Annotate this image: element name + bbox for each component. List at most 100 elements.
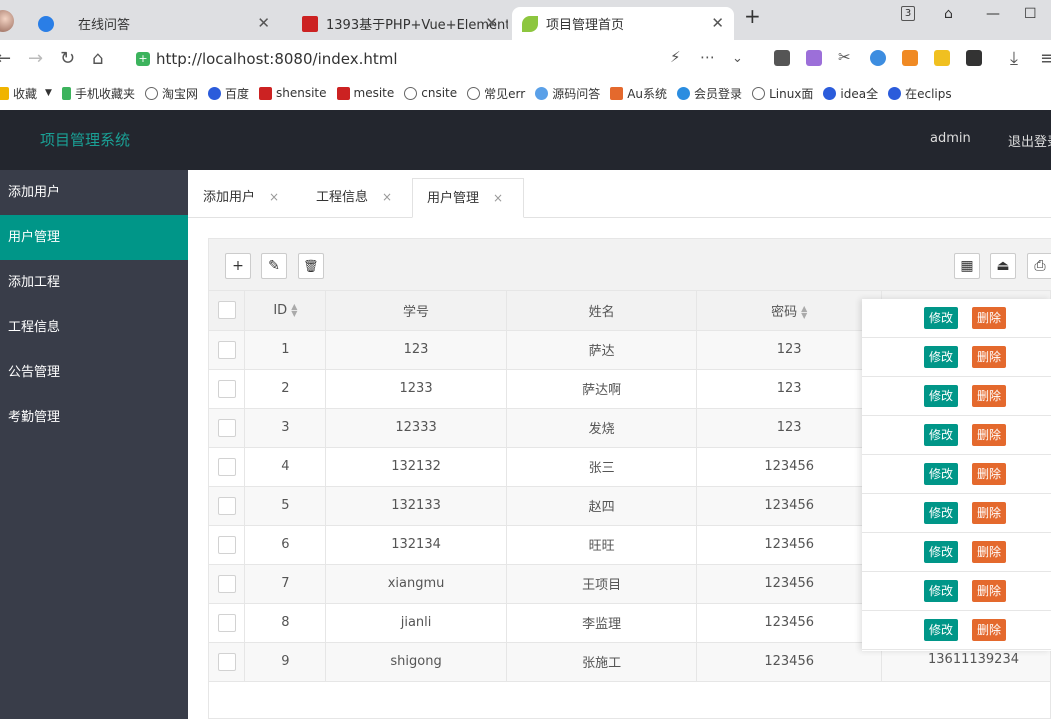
tab-label: 项目管理首页 bbox=[546, 18, 625, 33]
row-checkbox[interactable] bbox=[217, 496, 236, 515]
trash-icon[interactable]: 🗑 bbox=[298, 253, 324, 279]
row-checkbox[interactable] bbox=[217, 340, 236, 359]
sidebar-item-announcements[interactable]: 公告管理 bbox=[0, 350, 188, 395]
browser-tab-active[interactable]: 项目管理首页 ✕ bbox=[512, 7, 734, 40]
new-tab-icon[interactable]: + bbox=[744, 4, 761, 28]
bookmark-item[interactable]: mesite bbox=[336, 86, 394, 100]
delete-button[interactable]: 删除 bbox=[972, 424, 1007, 446]
shield-ext-icon[interactable] bbox=[934, 50, 950, 66]
delete-button[interactable]: 删除 bbox=[972, 385, 1007, 407]
back-icon[interactable]: ← bbox=[0, 48, 11, 69]
close-icon[interactable]: ✕ bbox=[257, 14, 270, 32]
row-checkbox[interactable] bbox=[217, 535, 236, 554]
tab-project-info[interactable]: 工程信息 × bbox=[316, 178, 392, 218]
shirt-icon[interactable]: ⌂ bbox=[944, 6, 953, 22]
profile-avatar[interactable] bbox=[0, 10, 14, 32]
row-checkbox[interactable] bbox=[217, 418, 236, 437]
row-checkbox[interactable] bbox=[217, 652, 236, 671]
user-name[interactable]: admin bbox=[930, 131, 971, 146]
search-ext-icon[interactable] bbox=[870, 50, 886, 66]
col-header-password[interactable]: 密码 ▲ ▼ bbox=[696, 291, 882, 331]
minimize-icon[interactable]: — bbox=[986, 6, 1000, 22]
reload-icon[interactable]: ↻ bbox=[60, 48, 75, 69]
delete-button[interactable]: 删除 bbox=[972, 307, 1007, 329]
forward-icon[interactable]: → bbox=[28, 48, 43, 69]
sort-icon[interactable]: ▲ ▼ bbox=[291, 303, 297, 318]
bookmark-item[interactable]: Linux面 bbox=[752, 85, 813, 102]
sort-icon[interactable]: ▲ ▼ bbox=[801, 305, 807, 320]
delete-button[interactable]: 删除 bbox=[972, 346, 1007, 368]
bookmark-item[interactable]: 会员登录 bbox=[677, 85, 742, 102]
close-icon[interactable]: ✕ bbox=[711, 14, 724, 32]
url-field[interactable]: + http://localhost:8080/index.html bbox=[124, 45, 764, 73]
tab-count-icon[interactable]: 3 bbox=[901, 6, 915, 21]
close-icon[interactable]: × bbox=[269, 190, 279, 204]
maximize-icon[interactable]: ☐ bbox=[1024, 6, 1037, 22]
bookmark-item[interactable]: Au系统 bbox=[610, 85, 667, 102]
bookmark-item[interactable]: 百度 bbox=[207, 85, 249, 102]
edit-button[interactable]: 修改 bbox=[924, 580, 959, 602]
edit-button[interactable]: 修改 bbox=[924, 424, 959, 446]
game-ext-icon[interactable] bbox=[902, 50, 918, 66]
sidebar-item-add-project[interactable]: 添加工程 bbox=[0, 260, 188, 305]
bookmark-item[interactable]: cnsite bbox=[404, 86, 457, 100]
close-icon[interactable]: ✕ bbox=[485, 14, 498, 32]
tab-add-user[interactable]: 添加用户 × bbox=[203, 178, 279, 218]
edit-button[interactable]: 修改 bbox=[924, 619, 959, 641]
col-header-id[interactable]: ID ▲ ▼ bbox=[244, 291, 327, 331]
bookmark-label: Au系统 bbox=[627, 86, 668, 101]
bookmark-ext-icon[interactable] bbox=[774, 50, 790, 66]
edit-button[interactable]: 修改 bbox=[924, 463, 959, 485]
add-icon[interactable]: + bbox=[225, 253, 251, 279]
logout-link[interactable]: 退出登录 bbox=[1008, 131, 1051, 150]
apps-icon[interactable] bbox=[966, 50, 982, 66]
select-all-checkbox[interactable] bbox=[217, 301, 236, 320]
cell-name: 赵四 bbox=[506, 486, 698, 526]
bookmark-item[interactable]: idea全 bbox=[823, 85, 878, 102]
lightning-icon[interactable]: ⚡ bbox=[670, 48, 681, 66]
delete-button[interactable]: 删除 bbox=[972, 580, 1007, 602]
row-checkbox[interactable] bbox=[217, 574, 236, 593]
edit-button[interactable]: 修改 bbox=[924, 502, 959, 524]
edit-button[interactable]: 修改 bbox=[924, 307, 959, 329]
bookmark-item[interactable]: 淘宝网 bbox=[144, 85, 198, 102]
bookmark-item[interactable]: 手机收藏夹 bbox=[61, 85, 135, 102]
close-icon[interactable]: × bbox=[493, 191, 503, 205]
tab-user-management[interactable]: 用户管理 × bbox=[412, 178, 524, 218]
print-icon[interactable]: ⎙ bbox=[1027, 253, 1051, 279]
bookmark-item[interactable]: 源码问答 bbox=[535, 85, 600, 102]
row-checkbox[interactable] bbox=[217, 379, 236, 398]
bookmark-item[interactable]: 收藏 ▼ bbox=[0, 85, 52, 102]
edit-button[interactable]: 修改 bbox=[924, 385, 959, 407]
delete-button[interactable]: 删除 bbox=[972, 502, 1007, 524]
edit-button[interactable]: 修改 bbox=[924, 541, 959, 563]
bookmark-item[interactable]: 常见err bbox=[467, 85, 525, 102]
sidebar-item-add-user[interactable]: 添加用户 bbox=[0, 170, 188, 215]
delete-button[interactable]: 删除 bbox=[972, 619, 1007, 641]
translate-ext-icon[interactable] bbox=[806, 50, 822, 66]
close-icon[interactable]: × bbox=[382, 190, 392, 204]
sidebar-item-project-info[interactable]: 工程信息 bbox=[0, 305, 188, 350]
cell-student-no: xiangmu bbox=[325, 564, 507, 604]
download-icon[interactable]: ⤓ bbox=[1010, 48, 1018, 69]
cell-name: 发烧 bbox=[506, 408, 698, 448]
browser-tab-1[interactable]: 在线问答 ✕ bbox=[28, 7, 280, 40]
delete-button[interactable]: 删除 bbox=[972, 463, 1007, 485]
sidebar-item-user-management[interactable]: 用户管理 bbox=[0, 215, 188, 260]
home-icon[interactable]: ⌂ bbox=[92, 48, 103, 69]
delete-button[interactable]: 删除 bbox=[972, 541, 1007, 563]
bookmark-item[interactable]: 在eclips bbox=[888, 85, 952, 102]
row-checkbox[interactable] bbox=[217, 457, 236, 476]
browser-tab-2[interactable]: 1393基于PHP+Vue+Element ✕ bbox=[292, 7, 508, 40]
menu-icon[interactable]: ≡ bbox=[1040, 48, 1051, 69]
row-checkbox[interactable] bbox=[217, 613, 236, 632]
more-icon[interactable]: ⋯ bbox=[700, 48, 715, 66]
bookmark-item[interactable]: shensite bbox=[258, 86, 327, 100]
scissors-icon[interactable]: ✂ bbox=[838, 48, 851, 66]
sidebar-item-attendance[interactable]: 考勤管理 bbox=[0, 395, 188, 440]
export-icon[interactable]: ⏏ bbox=[990, 253, 1016, 279]
chevron-down-icon[interactable]: ⌄ bbox=[732, 51, 743, 66]
edit-button[interactable]: 修改 bbox=[924, 346, 959, 368]
columns-icon[interactable]: ▦ bbox=[954, 253, 980, 279]
edit-icon[interactable]: ✎ bbox=[261, 253, 287, 279]
